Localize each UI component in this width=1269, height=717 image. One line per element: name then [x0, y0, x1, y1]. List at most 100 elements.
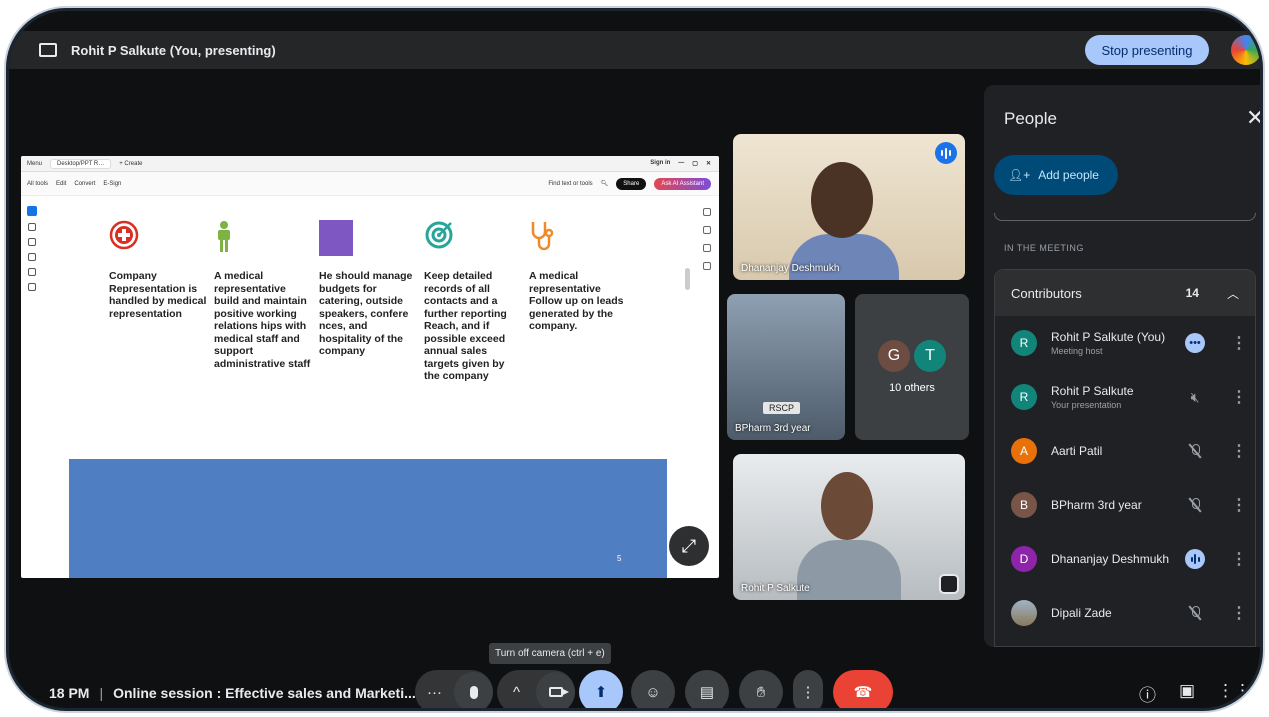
- participant-name: Dipali Zade: [1051, 606, 1112, 620]
- left-toolbar: [25, 206, 39, 291]
- kebab-menu-icon[interactable]: ⋮: [1231, 495, 1247, 515]
- kebab-menu-icon[interactable]: ⋮: [1231, 549, 1247, 569]
- kebab-menu-icon[interactable]: ⋮: [1231, 333, 1247, 353]
- section-label: IN THE MEETING: [1004, 243, 1084, 253]
- stop-presenting-button[interactable]: Stop presenting: [1085, 35, 1209, 65]
- info-icon[interactable]: ⓘ: [1139, 681, 1156, 706]
- text-tool-icon[interactable]: [28, 268, 36, 276]
- participant-row[interactable]: A Aarti Patil ⋮: [995, 424, 1255, 478]
- slide-column-4: Keep detailed records of all contacts an…: [424, 220, 529, 383]
- tile-dhananjay[interactable]: Dhananjay Deshmukh: [733, 134, 965, 280]
- menu-all-tools[interactable]: All tools: [27, 181, 48, 187]
- slide-column-1: Company Representation is handled by med…: [109, 220, 214, 383]
- minimize-icon[interactable]: —: [678, 160, 684, 167]
- chevron-up-icon[interactable]: ^: [497, 672, 536, 708]
- presenting-icon: [39, 43, 57, 57]
- search-divider: [994, 213, 1256, 221]
- stamp-tool-icon[interactable]: [28, 283, 36, 291]
- add-people-button[interactable]: 👤︎+ Add people: [994, 155, 1118, 195]
- avatar: G: [878, 340, 910, 372]
- people-panel: People ✕ 👤︎+ Add people IN THE MEETING C…: [984, 85, 1260, 647]
- avatar: T: [914, 340, 946, 372]
- attach-tool-icon[interactable]: [703, 244, 711, 252]
- new-tab-button[interactable]: + Create: [119, 161, 142, 167]
- apps-grid-icon[interactable]: ⋮⋮: [1217, 681, 1251, 701]
- close-icon[interactable]: ✕: [1246, 105, 1260, 131]
- shape-tool-icon[interactable]: [28, 253, 36, 261]
- captions-icon[interactable]: ▤: [685, 670, 729, 708]
- participant-count: 14: [1185, 286, 1199, 300]
- slide-columns: Company Representation is handled by med…: [109, 220, 634, 383]
- scrollbar[interactable]: [685, 268, 690, 290]
- camera-tooltip: Turn off camera (ctrl + e): [489, 643, 611, 664]
- pin-icon[interactable]: [939, 574, 959, 594]
- camera-button[interactable]: [536, 672, 575, 708]
- purple-square-icon: [319, 220, 353, 256]
- account-avatar[interactable]: [1231, 35, 1260, 65]
- tile-name: BPharm 3rd year: [735, 423, 811, 434]
- slide-text-5: A medical representative Follow up on le…: [529, 270, 624, 332]
- tile-others[interactable]: G T 10 others: [855, 294, 969, 440]
- kebab-menu-icon[interactable]: ⋮: [1231, 603, 1247, 623]
- comment-tool-icon[interactable]: [703, 208, 711, 216]
- raise-hand-icon[interactable]: ✋︎: [739, 670, 783, 708]
- target-icon: [425, 221, 453, 249]
- share-button[interactable]: Share: [616, 177, 647, 190]
- find-text-field[interactable]: Find text or tools: [548, 181, 592, 187]
- separator: |: [99, 685, 104, 701]
- mic-off-icon: [1188, 497, 1202, 513]
- kebab-menu-icon[interactable]: ⋮: [1231, 387, 1247, 407]
- menu-edit[interactable]: Edit: [56, 181, 66, 187]
- audio-off-icon: 🔇︎: [1190, 388, 1200, 405]
- bookmark-tool-icon[interactable]: [703, 226, 711, 234]
- slide-text-2: A medical representative build and maint…: [214, 270, 311, 370]
- close-icon[interactable]: ✕: [706, 160, 711, 167]
- search-icon[interactable]: 🔍︎: [601, 180, 609, 187]
- mic-control-group: ···: [415, 670, 493, 708]
- audio-options-icon[interactable]: ···: [415, 672, 454, 708]
- expand-icon[interactable]: ⤢: [669, 526, 709, 566]
- contributors-header[interactable]: Contributors 14 ︿: [995, 270, 1255, 316]
- browser-tab[interactable]: Desktop/PPT R…: [50, 158, 112, 169]
- menu-convert[interactable]: Convert: [74, 181, 95, 187]
- present-screen-button[interactable]: ⬆︎: [579, 670, 623, 708]
- participant-row[interactable]: Dipali Zade ⋮: [995, 586, 1255, 640]
- participant-row[interactable]: B BPharm 3rd year ⋮: [995, 478, 1255, 532]
- mic-off-icon: [1188, 443, 1202, 459]
- zoom-tool-icon[interactable]: [28, 223, 36, 231]
- kebab-menu-icon[interactable]: ⋮: [1231, 441, 1247, 461]
- emoji-icon[interactable]: ☺︎: [631, 670, 675, 708]
- microphone-button[interactable]: [454, 672, 493, 708]
- more-options-icon[interactable]: •••: [1185, 333, 1205, 353]
- others-avatars: G T: [878, 340, 946, 372]
- end-call-button[interactable]: ☎︎: [833, 670, 893, 708]
- participant-row[interactable]: R Rohit P Salkute Your presentation 🔇︎ ⋮: [995, 370, 1255, 424]
- pen-tool-icon[interactable]: [28, 238, 36, 246]
- person-figure: [797, 540, 901, 600]
- tile-rohit[interactable]: Rohit P Salkute: [733, 454, 965, 600]
- avatar: B: [1011, 492, 1037, 518]
- participant-row[interactable]: D Dhananjay Deshmukh ⋮: [995, 532, 1255, 586]
- group-label: Contributors: [1011, 285, 1082, 301]
- select-tool-icon[interactable]: [27, 206, 37, 216]
- shared-screen: Menu Desktop/PPT R… + Create Sign in — ▢…: [21, 156, 719, 578]
- chevron-up-icon[interactable]: ︿: [1227, 285, 1239, 302]
- page-tool-icon[interactable]: [703, 262, 711, 270]
- mic-off-icon: [1188, 605, 1202, 621]
- speaking-indicator-icon: [1185, 549, 1205, 569]
- slide-text-1: Company Representation is handled by med…: [109, 270, 207, 320]
- acrobat-toolbar: All tools Edit Convert E-Sign Find text …: [21, 172, 719, 196]
- participant-row[interactable]: R Rohit P Salkute (You) Meeting host ••• …: [995, 316, 1255, 370]
- others-label: 10 others: [889, 382, 935, 394]
- maximize-icon[interactable]: ▢: [692, 160, 698, 167]
- menu-button[interactable]: Menu: [27, 161, 42, 167]
- menu-esign[interactable]: E-Sign: [103, 181, 121, 187]
- tile-name: Rohit P Salkute: [741, 583, 810, 594]
- chat-icon[interactable]: ▣: [1179, 681, 1195, 701]
- sign-in-link[interactable]: Sign in: [650, 160, 670, 167]
- panel-title: People: [1004, 109, 1057, 128]
- add-people-label: Add people: [1038, 168, 1099, 182]
- more-options-icon[interactable]: ⋮: [793, 670, 823, 708]
- tile-classroom[interactable]: RSCP BPharm 3rd year: [727, 294, 845, 440]
- ai-assistant-button[interactable]: Ask AI Assistant: [654, 177, 711, 190]
